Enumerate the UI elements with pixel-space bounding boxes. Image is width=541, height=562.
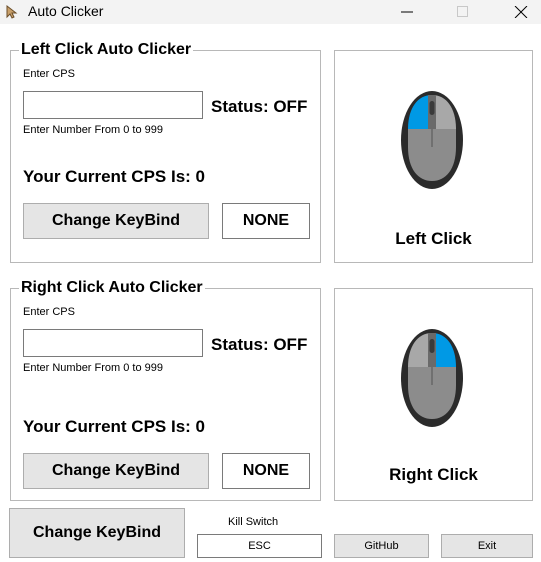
window-title: Auto Clicker: [28, 3, 104, 19]
mouse-right-highlight-icon: [401, 329, 463, 427]
close-icon: [514, 6, 528, 18]
left-keybind-display[interactable]: NONE: [222, 203, 310, 239]
right-cps-label: Enter CPS: [23, 306, 75, 318]
github-button[interactable]: GitHub: [334, 534, 429, 558]
left-cps-hint: Enter Number From 0 to 999: [23, 124, 164, 136]
left-click-group: Left Click Auto Clicker Enter CPS Status…: [10, 41, 321, 263]
left-change-keybind-button[interactable]: Change KeyBind: [23, 203, 209, 239]
left-status: Status: OFF: [211, 97, 308, 116]
left-group-legend: Left Click Auto Clicker: [19, 41, 194, 59]
left-mouse-label: Left Click: [395, 229, 472, 248]
right-cps-hint: Enter Number From 0 to 999: [23, 362, 164, 374]
left-cps-input[interactable]: [23, 91, 203, 119]
left-current-cps: Your Current CPS Is: 0: [23, 167, 205, 186]
kill-switch-label: Kill Switch: [228, 516, 279, 528]
right-cps-input[interactable]: [23, 329, 203, 357]
right-click-group: Right Click Auto Clicker Enter CPS Statu…: [10, 279, 321, 501]
kill-switch-keybind-button[interactable]: Change KeyBind: [9, 508, 185, 558]
title-bar: Auto Clicker: [0, 0, 541, 24]
mouse-left-highlight-icon: [401, 91, 463, 189]
right-mouse-panel: Right Click: [334, 288, 533, 501]
right-status: Status: OFF: [211, 335, 308, 354]
minimize-icon: [401, 11, 413, 13]
right-group-legend: Right Click Auto Clicker: [19, 279, 205, 297]
left-cps-label: Enter CPS: [23, 68, 75, 80]
exit-button[interactable]: Exit: [441, 534, 533, 558]
right-change-keybind-button[interactable]: Change KeyBind: [23, 453, 209, 489]
kill-switch-key-display[interactable]: ESC: [197, 534, 322, 558]
maximize-button[interactable]: [440, 0, 486, 24]
left-mouse-panel: Left Click: [334, 50, 533, 263]
right-mouse-label: Right Click: [389, 465, 478, 484]
right-current-cps: Your Current CPS Is: 0: [23, 417, 205, 436]
close-button[interactable]: [498, 0, 541, 24]
maximize-icon: [457, 6, 468, 17]
minimize-button[interactable]: [384, 0, 430, 24]
right-keybind-display[interactable]: NONE: [222, 453, 310, 489]
app-icon: [4, 4, 20, 20]
